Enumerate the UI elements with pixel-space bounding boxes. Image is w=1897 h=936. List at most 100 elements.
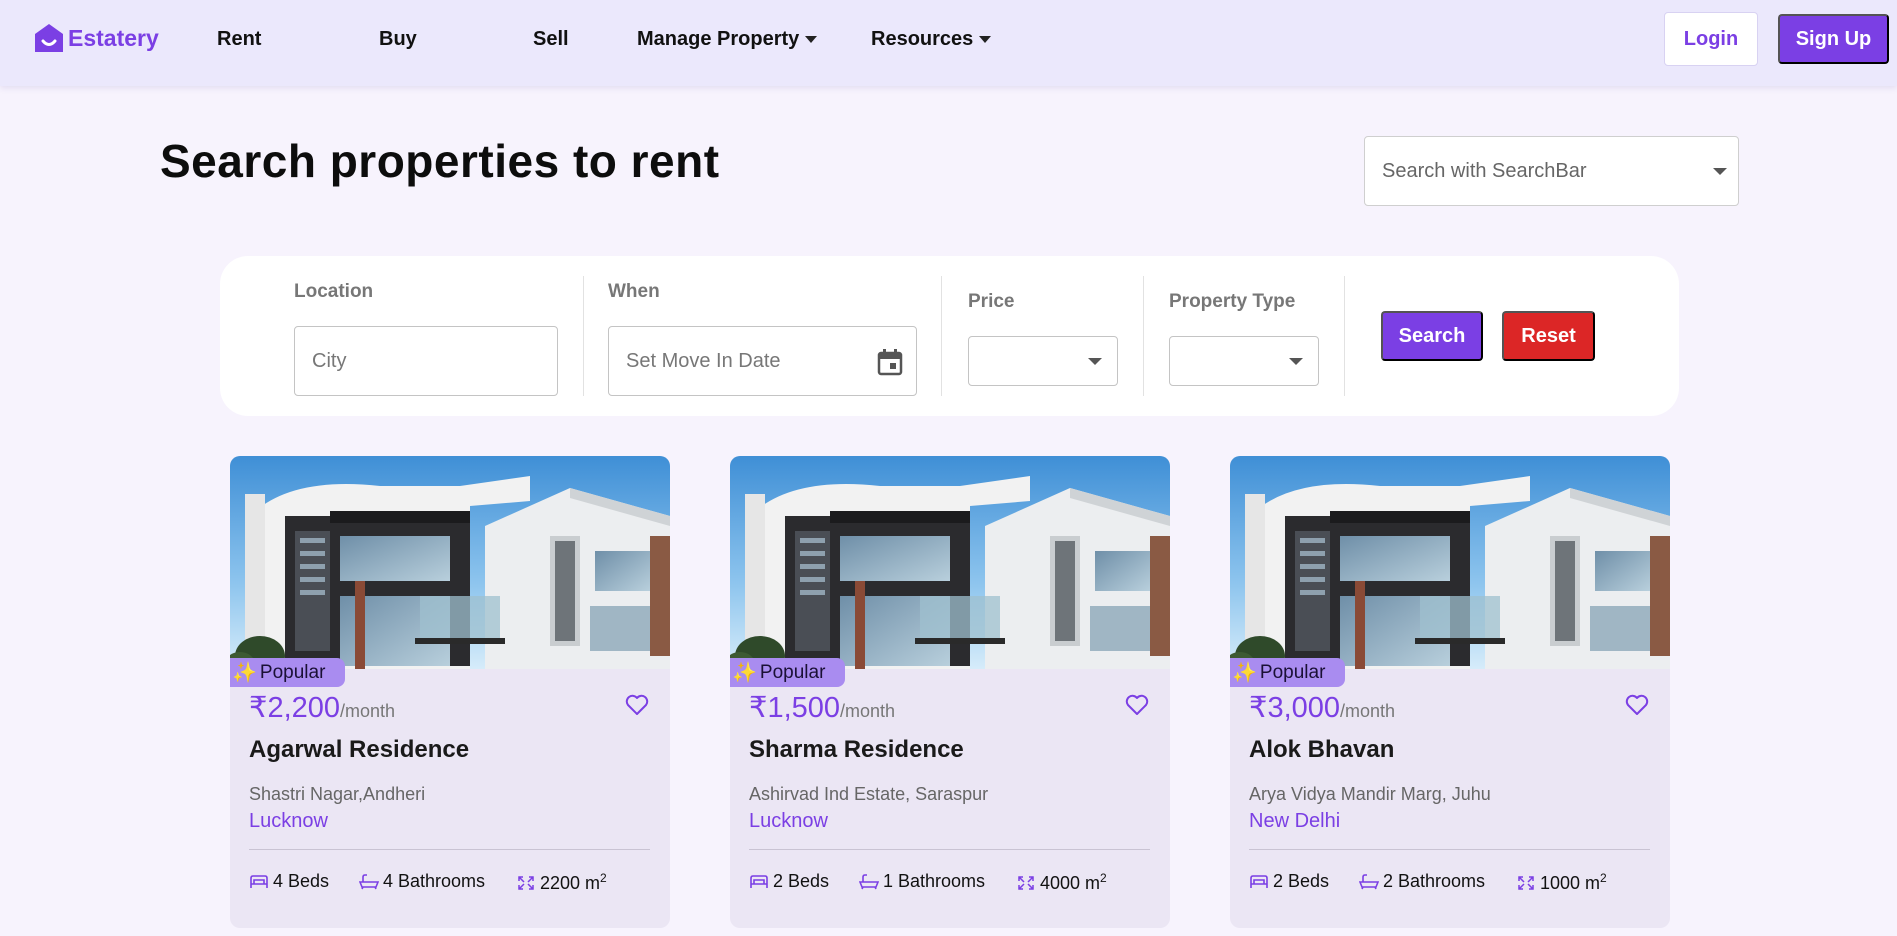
area-value: 4000 m2 [1040, 871, 1107, 894]
area-feature: 4000 m2 [1016, 871, 1107, 894]
top-navbar: Estatery Rent Buy Sell Manage Property R… [0, 0, 1897, 86]
searchbar-placeholder: Search with SearchBar [1382, 159, 1587, 182]
nav-link-label: Manage Property [637, 28, 800, 50]
badge-label: Popular [1259, 661, 1326, 683]
beds-count: 2 Beds [773, 871, 830, 891]
price: ₹2,200 [249, 692, 341, 724]
bathrooms-feature: 1 Bathrooms [859, 871, 985, 892]
property-image [730, 456, 1170, 669]
nav-link-buy[interactable]: Buy [379, 28, 417, 51]
property-name[interactable]: Agarwal Residence [249, 736, 469, 764]
expand-area-icon [1018, 875, 1034, 890]
beds-feature: 4 Beds [249, 871, 329, 892]
price-select[interactable] [968, 336, 1118, 386]
property-city: Lucknow [249, 810, 328, 832]
sparkle-icon: ✨ [232, 661, 257, 684]
property-address: Shastri Nagar,Andheri [249, 784, 426, 804]
searchbar-select[interactable]: Search with SearchBar [1364, 136, 1739, 206]
signup-button[interactable]: Sign Up [1778, 14, 1889, 64]
property-name[interactable]: Sharma Residence [749, 736, 964, 764]
area-value: 1000 m2 [1540, 871, 1607, 894]
bed-icon [750, 874, 768, 888]
area-number: 2200 m [540, 873, 601, 893]
city-input[interactable]: City [294, 326, 558, 396]
nav-link-rent[interactable]: Rent [217, 28, 261, 51]
calendar-icon[interactable] [877, 348, 903, 376]
chevron-down-icon [1088, 358, 1102, 365]
bathrooms-count: 4 Bathrooms [383, 871, 486, 891]
price-row: ₹2,200 /month [249, 690, 395, 725]
card-divider [1249, 849, 1650, 850]
price-period: /month [1340, 701, 1396, 721]
heart-icon[interactable] [625, 694, 649, 716]
move-in-date-placeholder: Set Move In Date [626, 349, 781, 372]
city-placeholder: City [312, 349, 347, 372]
search-button[interactable]: Search [1381, 311, 1483, 361]
nav-link-resources[interactable]: Resources [871, 28, 992, 51]
price: ₹1,500 [749, 692, 841, 724]
login-button[interactable]: Login [1664, 12, 1758, 66]
reset-button[interactable]: Reset [1502, 311, 1595, 361]
property-name[interactable]: Alok Bhavan [1249, 736, 1394, 764]
property-address: Arya Vidya Mandir Marg, Juhu [1249, 784, 1491, 804]
chevron-down-icon [1713, 168, 1727, 175]
chevron-down-icon [1289, 358, 1303, 365]
bathrooms-count: 1 Bathrooms [883, 871, 986, 891]
area-number: 1000 m [1540, 873, 1601, 893]
bathtub-icon [359, 873, 379, 889]
area-number: 4000 m [1040, 873, 1101, 893]
card-divider [749, 849, 1150, 850]
bathtub-icon [859, 873, 879, 889]
property-card[interactable]: ✨ Popular ₹3,000 /month Alok Bhavan Arya… [1230, 456, 1670, 928]
badge-label: Popular [259, 661, 326, 683]
popular-badge: ✨ Popular [730, 658, 845, 687]
property-city: New Delhi [1249, 810, 1341, 832]
nav-link-label: Resources [871, 28, 974, 50]
property-city: Lucknow [749, 810, 828, 832]
heart-icon[interactable] [1125, 694, 1149, 716]
property-type-select[interactable] [1169, 336, 1319, 386]
bathrooms-feature: 2 Bathrooms [1359, 871, 1485, 892]
card-divider [249, 849, 650, 850]
heart-icon[interactable] [1625, 694, 1649, 716]
price-row: ₹1,500 /month [749, 690, 895, 725]
property-card[interactable]: ✨ Popular ₹1,500 /month Sharma Residence… [730, 456, 1170, 928]
filter-divider [1344, 276, 1345, 396]
area-value: 2200 m2 [540, 871, 607, 894]
property-image [1230, 456, 1670, 669]
area-unit-exponent: 2 [600, 871, 607, 885]
bathrooms-feature: 4 Bathrooms [359, 871, 485, 892]
filter-divider [1143, 276, 1144, 396]
property-image [230, 456, 670, 669]
when-label: When [608, 281, 660, 302]
move-in-date-input[interactable]: Set Move In Date [608, 326, 917, 396]
chevron-down-icon [805, 36, 818, 43]
expand-area-icon [518, 875, 534, 890]
nav-link-label: Buy [379, 28, 417, 50]
property-card[interactable]: ✨ Popular ₹2,200 /month Agarwal Residenc… [230, 456, 670, 928]
nav-link-label: Rent [217, 28, 262, 50]
filter-divider [941, 276, 942, 396]
nav-link-sell[interactable]: Sell [533, 28, 569, 51]
price-period: /month [340, 701, 396, 721]
nav-link-manage-property[interactable]: Manage Property [637, 28, 818, 51]
brand-logo[interactable]: Estatery [34, 22, 159, 54]
badge-label: Popular [759, 661, 826, 683]
nav-link-label: Sell [533, 28, 569, 50]
beds-count: 2 Beds [1273, 871, 1330, 891]
page-title: Search properties to rent [160, 135, 720, 187]
area-unit-exponent: 2 [1100, 871, 1107, 885]
brand-name: Estatery [68, 24, 159, 51]
price: ₹3,000 [1249, 692, 1341, 724]
expand-area-icon [1518, 875, 1534, 890]
beds-count: 4 Beds [273, 871, 330, 891]
price-row: ₹3,000 /month [1249, 690, 1395, 725]
price-label: Price [968, 291, 1015, 312]
bed-icon [1250, 874, 1268, 888]
bathrooms-count: 2 Bathrooms [1383, 871, 1486, 891]
property-type-label: Property Type [1169, 291, 1296, 312]
beds-feature: 2 Beds [749, 871, 829, 892]
property-address: Ashirvad Ind Estate, Saraspur [749, 784, 989, 804]
location-label: Location [294, 281, 374, 302]
beds-feature: 2 Beds [1249, 871, 1329, 892]
